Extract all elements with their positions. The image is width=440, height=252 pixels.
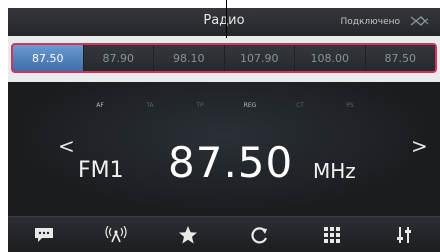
preset-button-4[interactable]: 107.90 [224, 45, 295, 71]
prev-station-button[interactable]: < [58, 134, 75, 158]
indicator-ct: CT [296, 102, 304, 109]
frequency-unit: MHz [313, 159, 356, 183]
preset-label: 108.00 [310, 51, 350, 65]
radio-screen: Радио Подключено 87.50 87.90 98.10 107.9… [8, 8, 440, 252]
preset-bar: 87.50 87.90 98.10 107.90 108.00 87.50 [8, 36, 440, 82]
equalizer-icon [397, 227, 411, 243]
preset-label: 87.50 [384, 51, 417, 65]
indicator-af: AF [96, 102, 104, 109]
indicator-ta: TA [146, 102, 154, 109]
message-icon [35, 228, 53, 242]
message-button[interactable] [8, 217, 80, 252]
band-label: FM1 [78, 158, 124, 183]
indicator-ps: PS [346, 102, 354, 109]
broadcast-button[interactable] [80, 217, 152, 252]
rds-indicators: AF TA TP REG CT PS [8, 102, 440, 112]
header-bar: Радио Подключено [8, 8, 440, 36]
bluetooth-icon [410, 16, 429, 26]
favorite-button[interactable] [152, 217, 224, 252]
preset-button-2[interactable]: 87.90 [83, 45, 154, 71]
preset-button-3[interactable]: 98.10 [154, 45, 225, 71]
preset-list-button[interactable] [296, 217, 368, 252]
preset-button-5[interactable]: 108.00 [295, 45, 366, 71]
indicator-tp: TP [196, 102, 204, 109]
callout-line [226, 0, 227, 38]
preset-label: 87.90 [102, 51, 135, 65]
preset-list: 87.50 87.90 98.10 107.90 108.00 87.50 [11, 43, 437, 73]
tuner-display: AF TA TP REG CT PS < FM1 87.50 MHz > [8, 82, 440, 216]
bottom-toolbar [8, 216, 440, 252]
preset-label: 107.90 [240, 51, 279, 65]
refresh-button[interactable] [224, 217, 296, 252]
connection-status: Подключено [340, 17, 400, 27]
equalizer-button[interactable] [368, 217, 440, 252]
next-station-button[interactable]: > [411, 134, 428, 158]
frequency-display: 87.50 [168, 138, 294, 187]
refresh-icon [251, 227, 268, 244]
preset-label: 98.10 [173, 51, 205, 65]
preset-label: 87.50 [32, 51, 64, 65]
preset-button-1[interactable]: 87.50 [13, 45, 84, 71]
broadcast-icon [105, 226, 127, 243]
grid-icon [324, 227, 340, 243]
star-icon [179, 226, 197, 244]
indicator-reg: REG [243, 102, 257, 109]
preset-button-6[interactable]: 87.50 [365, 45, 435, 71]
